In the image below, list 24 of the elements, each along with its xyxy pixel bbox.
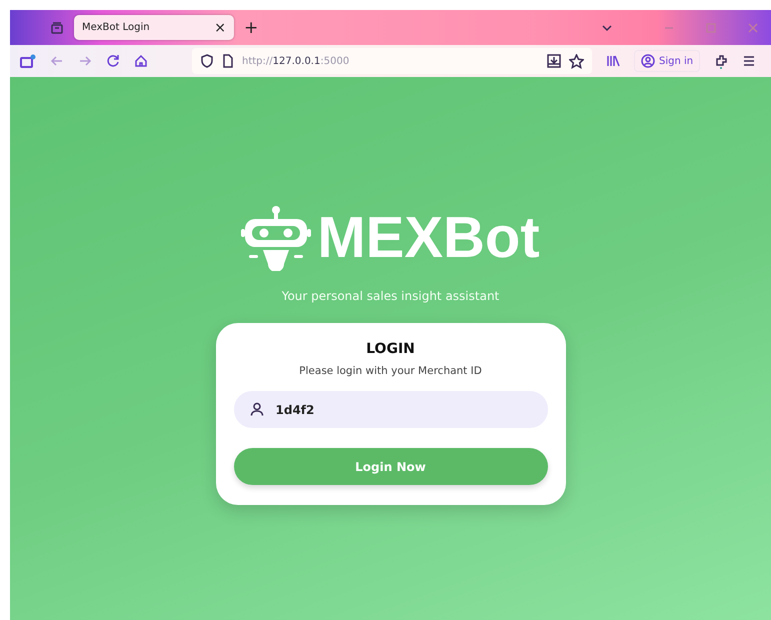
reload-icon[interactable]	[106, 54, 120, 68]
new-tab-button[interactable]: +	[244, 18, 258, 38]
url-text: http://127.0.0.1:5000	[242, 56, 350, 66]
library-icon[interactable]	[606, 54, 620, 68]
extensions-icon[interactable]	[714, 53, 728, 69]
merchant-id-field[interactable]: 1d4f2	[234, 391, 548, 428]
star-icon[interactable]	[569, 54, 584, 68]
page-icon	[222, 54, 234, 68]
close-tab-button[interactable]: ×	[214, 20, 226, 36]
browser-tab[interactable]: MexBot Login ×	[74, 15, 234, 40]
shield-icon[interactable]	[200, 54, 214, 68]
robot-icon	[241, 205, 312, 271]
home-icon[interactable]	[134, 54, 148, 68]
tab-groups-icon[interactable]	[50, 20, 64, 34]
brand-name: MEXBot	[317, 209, 540, 267]
sign-in-button[interactable]: Sign in	[634, 50, 700, 72]
address-bar[interactable]: http://127.0.0.1:5000	[192, 48, 592, 74]
card-subtitle: Please login with your Merchant ID	[299, 365, 482, 377]
card-title: LOGIN	[366, 341, 415, 357]
download-icon[interactable]	[547, 54, 561, 68]
menu-icon[interactable]	[742, 54, 756, 68]
tagline: Your personal sales insight assistant	[282, 289, 500, 303]
sidebar-icon[interactable]	[20, 54, 36, 68]
account-icon	[641, 54, 655, 68]
